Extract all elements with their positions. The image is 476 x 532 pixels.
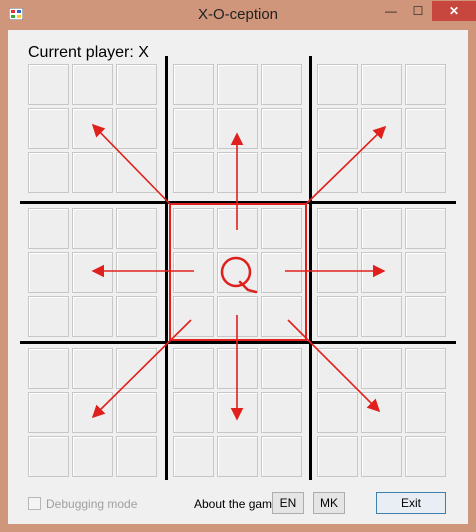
- arrow-down-right-icon: [287, 319, 381, 413]
- lang-en-button[interactable]: EN: [272, 492, 304, 514]
- debug-checkbox[interactable]: [28, 497, 41, 510]
- maximize-icon: ☐: [412, 4, 424, 18]
- center-o-mark: [220, 256, 258, 294]
- exit-button[interactable]: Exit: [376, 492, 446, 514]
- title-bar[interactable]: X-O-ception — ☐ ✕: [0, 0, 476, 30]
- arrow-down-left-icon: [91, 319, 192, 419]
- app-window: X-O-ception — ☐ ✕ Current player: X Debu…: [0, 0, 476, 532]
- close-button[interactable]: ✕: [432, 1, 476, 21]
- active-board-overlay: [91, 123, 387, 421]
- debug-label: Debugging mode: [46, 497, 138, 511]
- minimize-button[interactable]: —: [378, 1, 404, 21]
- footer-bar: Debugging mode About the game EN MK Exit: [8, 491, 468, 517]
- arrow-up-right-icon: [305, 125, 387, 205]
- arrow-up-left-icon: [91, 123, 171, 205]
- minimize-icon: —: [385, 4, 397, 18]
- maximize-button[interactable]: ☐: [405, 1, 431, 21]
- lang-mk-button[interactable]: MK: [313, 492, 345, 514]
- close-icon: ✕: [448, 4, 460, 18]
- client-area: Current player: X Debugging mode About t…: [8, 30, 468, 524]
- about-label: About the game: [194, 497, 279, 511]
